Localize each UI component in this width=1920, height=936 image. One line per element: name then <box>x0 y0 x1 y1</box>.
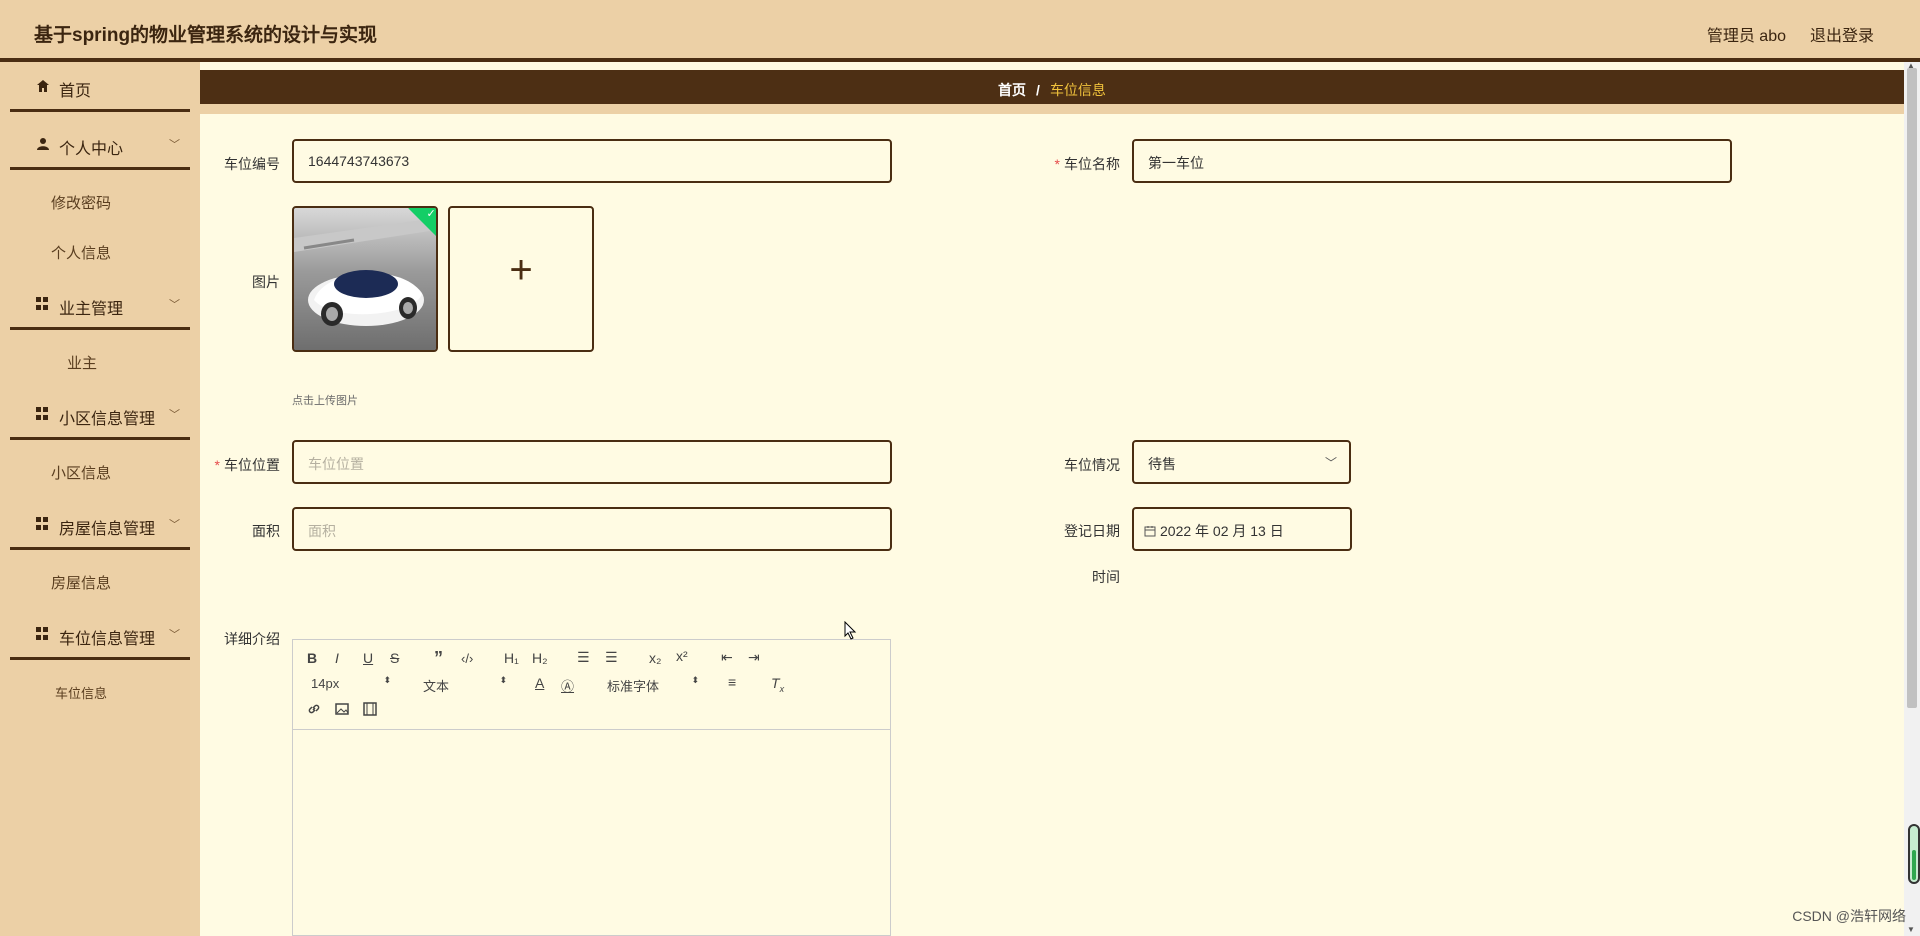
uploaded-image-thumbnail[interactable]: ✓ <box>292 206 438 352</box>
breadcrumb: 首页 / 车位信息 <box>200 80 1904 100</box>
text-style-select[interactable]: 文本 ⬍ <box>423 675 507 695</box>
italic-icon[interactable]: I <box>335 650 339 666</box>
align-icon[interactable]: ≡ <box>728 674 736 690</box>
plus-icon: + <box>509 248 533 292</box>
watermark: CSDN @浩轩网络 <box>1792 908 1906 924</box>
chevron-down-icon: ﹀ <box>169 519 180 531</box>
link-icon[interactable] <box>307 702 321 716</box>
home-icon <box>37 80 49 92</box>
upload-add-button[interactable]: + <box>448 206 594 352</box>
sidebar-item-house-mgmt[interactable]: 房屋信息管理 ﹀ <box>10 500 190 550</box>
reg-date-label: 登记日期 <box>1064 523 1120 539</box>
font-size-select[interactable]: 14px ⬍ <box>311 675 391 691</box>
code-icon[interactable]: ‹/› <box>461 651 473 666</box>
breadcrumb-current: 车位信息 <box>1049 82 1106 98</box>
heading1-icon[interactable]: H₁ <box>504 650 519 666</box>
calendar-icon <box>1144 526 1156 537</box>
space-no-label: 车位编号 <box>224 156 280 172</box>
chevron-down-icon: ﹀ <box>169 629 180 641</box>
quote-icon[interactable]: ” <box>434 648 443 669</box>
clear-format-icon[interactable]: Tx <box>771 675 784 694</box>
underline-icon[interactable]: U <box>363 650 373 666</box>
editor-content-area[interactable] <box>293 731 890 935</box>
car-photo <box>294 208 436 350</box>
ordered-list-icon[interactable]: ☰ <box>577 649 590 666</box>
editor-toolbar: B I U S ” ‹/› H₁ H₂ ☰ ☰ x₂ x² ⇤ ⇥ 14px ⬍ … <box>293 640 890 730</box>
grid-icon <box>36 517 50 531</box>
time-label: 时间 <box>1092 569 1120 585</box>
chevron-down-icon: ﹀ <box>169 299 180 311</box>
video-icon[interactable] <box>363 702 377 716</box>
location-label: * 车位位置 <box>214 457 280 473</box>
reg-date-picker[interactable]: 2022 年 02 月 13 日 <box>1132 507 1352 551</box>
app-title: 基于spring的物业管理系统的设计与实现 <box>34 25 378 46</box>
scrollbar-thumb[interactable] <box>1907 68 1917 708</box>
image-label: 图片 <box>252 274 280 290</box>
sidebar-item-parking-info[interactable]: 车位信息 <box>10 671 190 711</box>
breadcrumb-home[interactable]: 首页 <box>998 82 1026 98</box>
bold-icon[interactable]: B <box>307 650 317 666</box>
status-select[interactable]: 待售 ﹀ <box>1132 440 1351 484</box>
sidebar-item-home[interactable]: 首页 <box>10 62 190 112</box>
sidebar-item-community-mgmt[interactable]: 小区信息管理 ﹀ <box>10 390 190 440</box>
area-label: 面积 <box>252 523 280 539</box>
subscript-icon[interactable]: x₂ <box>649 650 661 666</box>
check-icon: ✓ <box>426 207 436 220</box>
font-family-select[interactable]: 标准字体 ⬍ <box>607 675 699 695</box>
user-icon <box>37 138 49 150</box>
logout-link[interactable]: 退出登录 <box>1810 22 1874 46</box>
sidebar-item-change-password[interactable]: 修改密码 <box>10 181 190 221</box>
sidebar-item-personal-info[interactable]: 个人信息 <box>10 231 190 271</box>
main-content: 首页 / 车位信息 车位编号 1644743743673 * 车位名称 第一车位 图片 <box>200 62 1904 936</box>
bullet-list-icon[interactable]: ☰ <box>605 649 618 666</box>
space-name-label: * 车位名称 <box>1054 156 1120 172</box>
grid-icon <box>36 627 50 641</box>
chevron-down-icon: ﹀ <box>1324 456 1337 470</box>
top-header: 基于spring的物业管理系统的设计与实现 管理员 abo 退出登录 <box>0 0 1920 62</box>
sidebar-item-house-info[interactable]: 房屋信息 <box>10 561 190 601</box>
status-label: 车位情况 <box>1064 457 1120 473</box>
select-arrow-icon: ⬍ <box>499 675 507 685</box>
current-user: 管理员 abo <box>1706 28 1786 45</box>
chevron-down-icon: ﹀ <box>169 409 180 421</box>
sidebar-item-personal-center[interactable]: 个人中心 ﹀ <box>10 120 190 170</box>
background-color-icon[interactable]: Ⓐ <box>561 676 574 695</box>
area-input[interactable]: 面积 <box>292 507 892 551</box>
outdent-icon[interactable]: ⇤ <box>721 649 733 666</box>
sidebar-item-community-info[interactable]: 小区信息 <box>10 451 190 491</box>
sidebar-item-parking-mgmt[interactable]: 车位信息管理 ﹀ <box>10 610 190 660</box>
space-name-input[interactable]: 第一车位 <box>1132 139 1732 183</box>
space-no-input[interactable]: 1644743743673 <box>292 139 892 183</box>
sidebar-item-owner-mgmt[interactable]: 业主管理 ﹀ <box>10 280 190 330</box>
floating-widget[interactable] <box>1908 824 1920 884</box>
upload-hint: 点击上传图片 <box>292 395 358 407</box>
strike-icon[interactable]: S <box>390 650 399 666</box>
image-icon[interactable] <box>335 702 349 716</box>
grid-icon <box>36 297 50 311</box>
rich-text-editor: B I U S ” ‹/› H₁ H₂ ☰ ☰ x₂ x² ⇤ ⇥ 14px ⬍ … <box>292 639 891 936</box>
scroll-down-icon[interactable]: ▼ <box>1907 925 1915 934</box>
page-scrollbar[interactable]: ▲ ▼ <box>1904 61 1920 936</box>
select-arrow-icon: ⬍ <box>383 675 391 685</box>
select-arrow-icon: ⬍ <box>691 675 699 685</box>
sidebar: 首页 个人中心 ﹀ 修改密码 个人信息 业主管理 ﹀ 业主 小区信息管理 ﹀ 小… <box>0 62 200 936</box>
sidebar-item-owner[interactable]: 业主 <box>10 341 190 381</box>
detail-label: 详细介绍 <box>224 631 280 647</box>
heading2-icon[interactable]: H₂ <box>532 650 548 666</box>
font-color-icon[interactable]: A <box>535 675 544 691</box>
indent-icon[interactable]: ⇥ <box>748 649 760 666</box>
grid-icon <box>36 407 50 421</box>
chevron-down-icon: ﹀ <box>169 139 180 151</box>
breadcrumb-separator: / <box>1036 82 1040 98</box>
mouse-cursor-icon <box>844 621 857 640</box>
location-input[interactable]: 车位位置 <box>292 440 892 484</box>
superscript-icon[interactable]: x² <box>676 648 688 664</box>
